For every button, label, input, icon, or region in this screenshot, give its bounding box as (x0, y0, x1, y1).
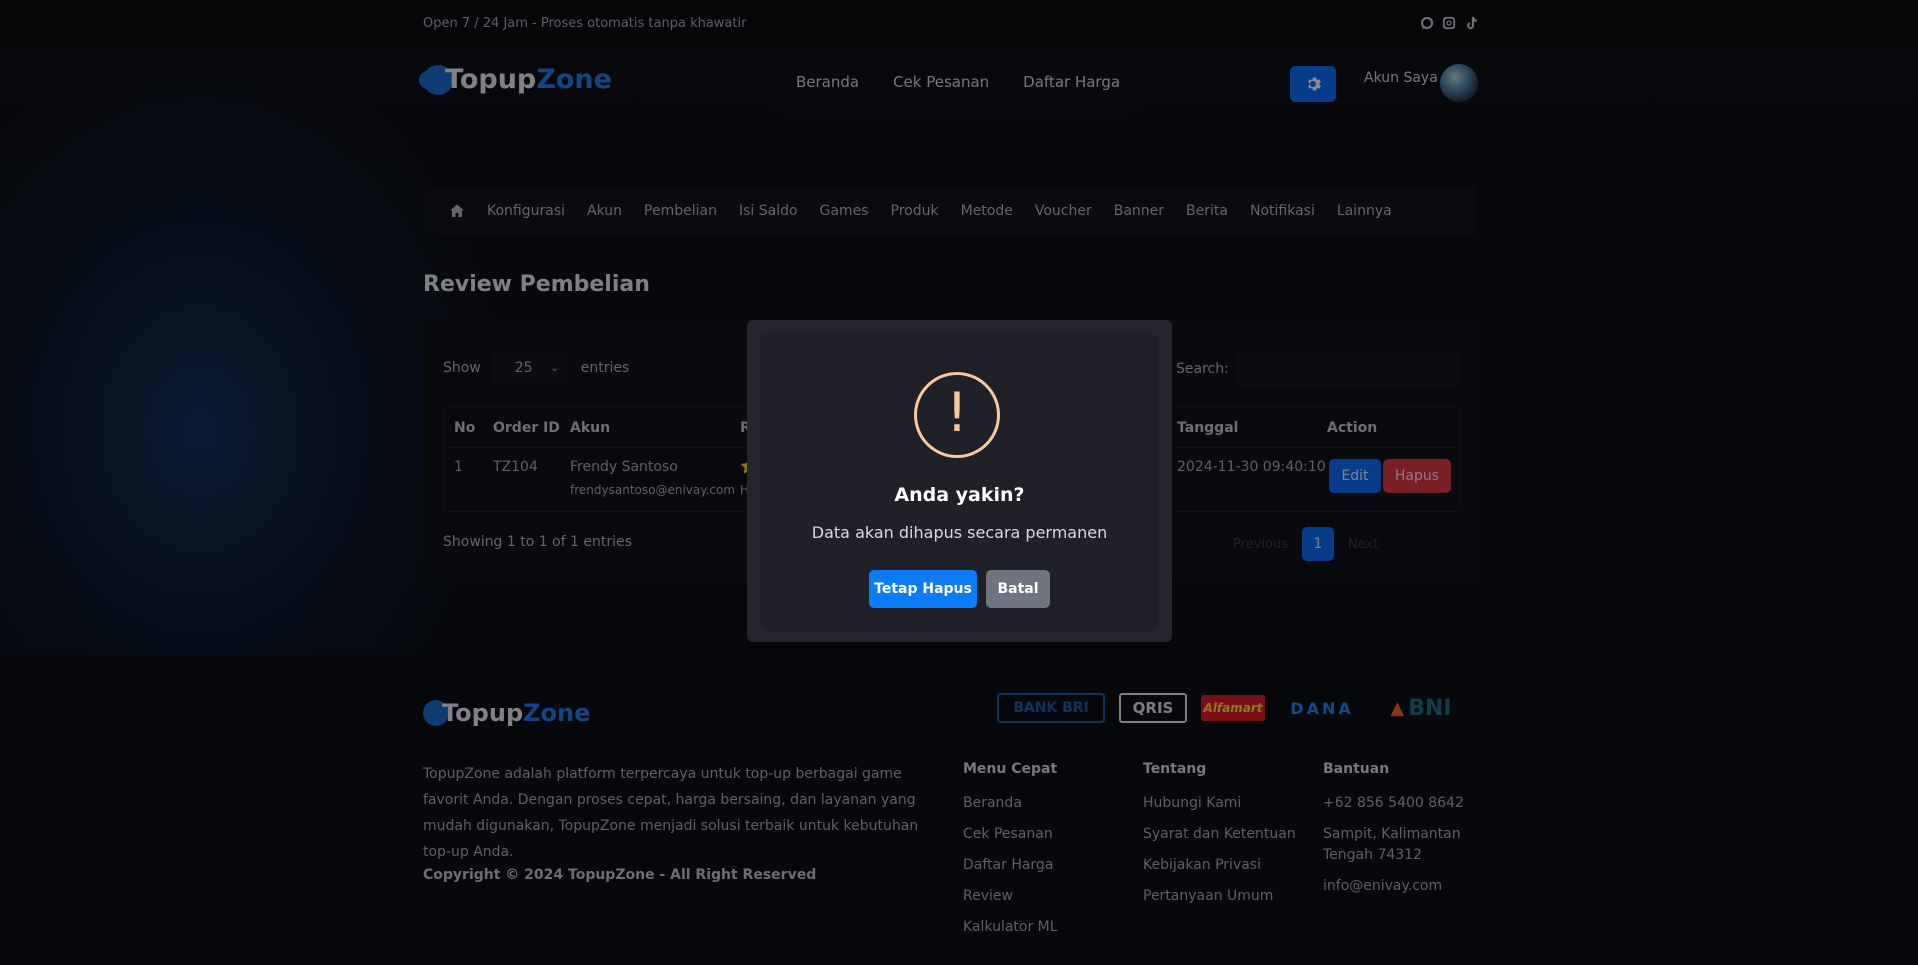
confirm-delete-button[interactable]: Tetap Hapus (869, 570, 977, 608)
dialog-text: Data akan dihapus secara permanen (811, 523, 1108, 542)
confirm-dialog: ! Anda yakin? Data akan dihapus secara p… (760, 332, 1159, 632)
warning-icon: ! (914, 372, 1000, 458)
cancel-button[interactable]: Batal (986, 570, 1050, 608)
dialog-title: Anda yakin? (894, 484, 1025, 506)
